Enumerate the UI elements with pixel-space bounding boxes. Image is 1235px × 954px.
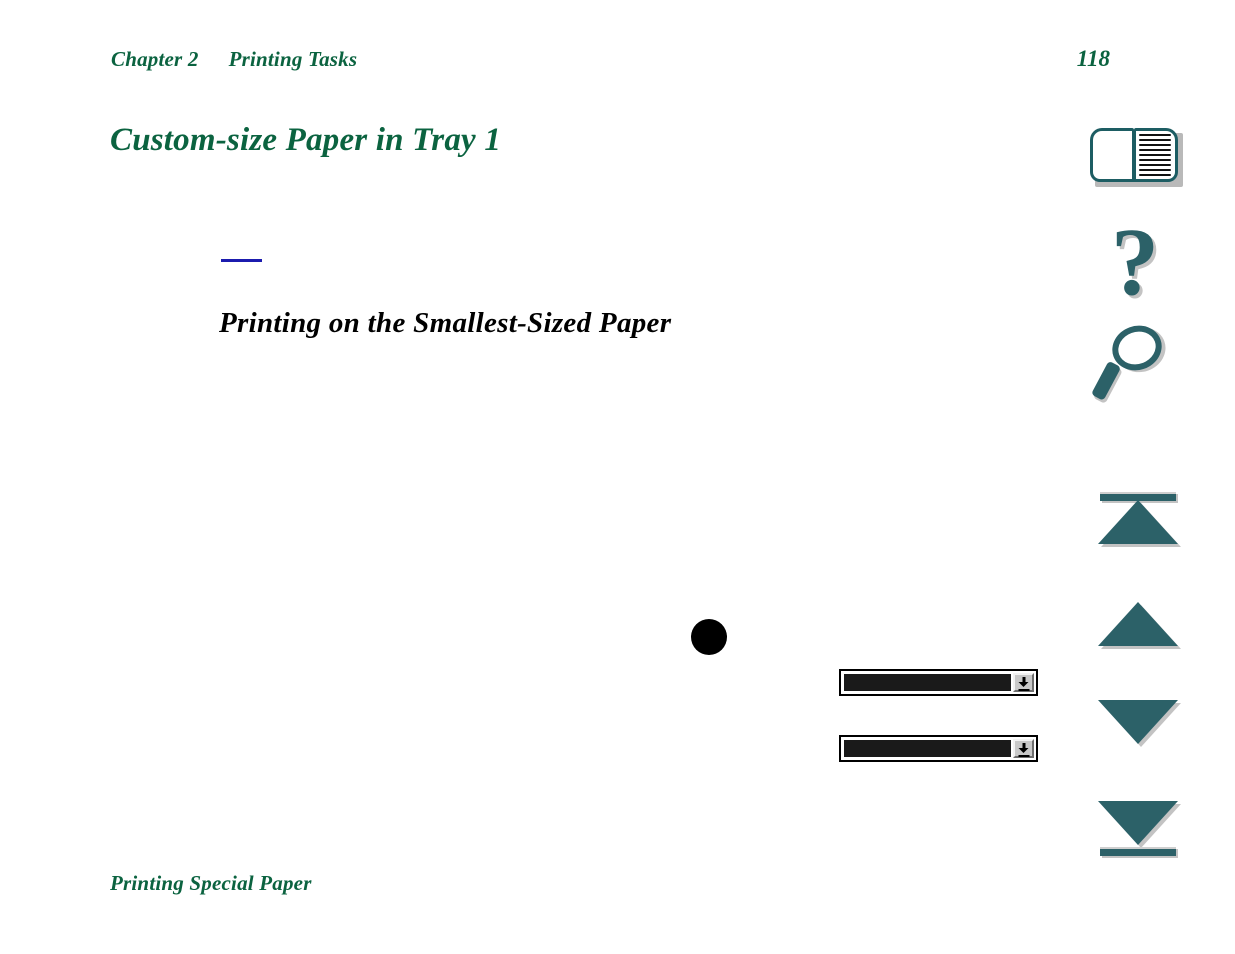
nav-next-page-button[interactable] <box>1090 696 1186 752</box>
download-arrow-icon <box>1018 677 1029 691</box>
navigation-rail: ? <box>1090 0 1200 954</box>
running-header: Chapter 2 Printing Tasks <box>111 47 357 72</box>
nav-help-button[interactable]: ? <box>1090 208 1186 315</box>
page-title: Custom-size Paper in Tray 1 <box>110 122 502 159</box>
section-divider-rule <box>221 259 262 262</box>
combo-box-1-field[interactable] <box>844 674 1011 691</box>
document-page: Chapter 2 Printing Tasks 118 Custom-size … <box>0 0 1235 954</box>
nav-contents-button[interactable] <box>1090 128 1186 187</box>
bullet-marker <box>691 619 727 655</box>
open-book-icon <box>1090 128 1183 187</box>
nav-previous-page-button[interactable] <box>1090 592 1186 648</box>
combo-box-1[interactable] <box>839 669 1038 696</box>
combo-box-1-button[interactable] <box>1013 673 1034 692</box>
download-arrow-icon <box>1018 743 1029 757</box>
nav-top-button[interactable] <box>1090 490 1186 546</box>
next-page-icon <box>1090 696 1186 752</box>
section-heading: Printing on the Smallest-Sized Paper <box>219 307 672 340</box>
nav-search-button[interactable] <box>1090 318 1186 402</box>
combo-box-2[interactable] <box>839 735 1038 762</box>
chapter-label: Chapter 2 <box>111 47 199 71</box>
magnifying-glass-icon <box>1090 318 1176 402</box>
combo-box-2-button[interactable] <box>1013 739 1034 758</box>
previous-page-icon <box>1090 592 1186 648</box>
top-of-document-icon <box>1090 490 1186 546</box>
footer-link[interactable]: Printing Special Paper <box>110 871 312 896</box>
nav-end-button[interactable] <box>1090 797 1186 856</box>
combo-box-2-field[interactable] <box>844 740 1011 757</box>
question-mark-icon: ? <box>1111 208 1159 315</box>
end-of-document-icon <box>1090 797 1186 856</box>
chapter-title: Printing Tasks <box>228 47 358 71</box>
